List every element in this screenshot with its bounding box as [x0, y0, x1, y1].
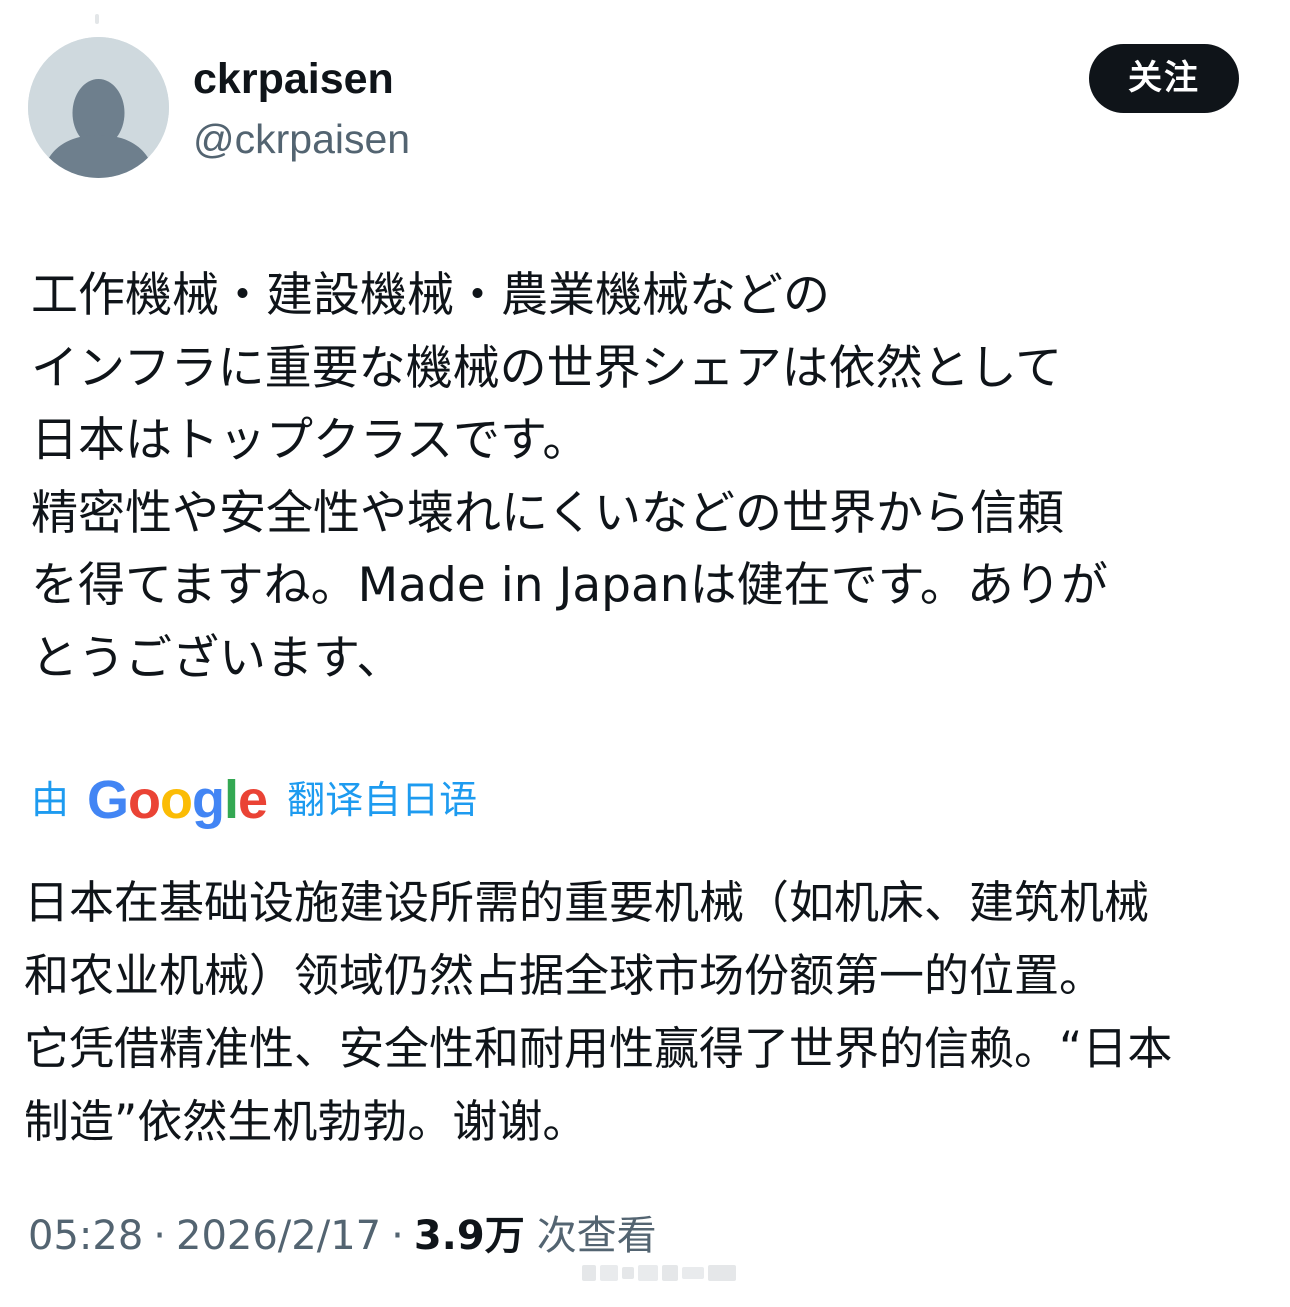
- post-original-text: 工作機械・建設機械・農業機械などの インフラに重要な機械の世界シェアは依然として…: [31, 260, 1271, 695]
- post-text-line: 工作機械・建設機械・農業機械などの: [31, 268, 830, 323]
- translation-attribution[interactable]: 由 Google 翻译自日语: [31, 768, 477, 832]
- translation-source-label: 翻译自日语: [287, 778, 478, 822]
- avatar[interactable]: [28, 37, 169, 178]
- post-text-line: を得てますね。Made in Japanは健在です。ありが: [31, 558, 1108, 613]
- translated-text-line: 和农业机械）领域仍然占据全球市场份额第一的位置。: [24, 949, 1105, 1002]
- post-text-line: 精密性や安全性や壊れにくいなどの世界から信頼: [31, 485, 1065, 541]
- user-handle[interactable]: @ckrpaisen: [193, 116, 410, 162]
- post-date[interactable]: 2026/2/17: [176, 1206, 381, 1266]
- post-text-line: インフラに重要な機械の世界シェアは依然として: [31, 340, 1063, 396]
- follow-button[interactable]: 关注: [1089, 44, 1239, 113]
- meta-separator: ·: [391, 1213, 404, 1259]
- post-meta: 05:28 · 2026/2/17 · 3.9万 次查看: [28, 1206, 657, 1266]
- google-logo: Google: [87, 770, 268, 830]
- meta-separator: ·: [153, 1213, 166, 1259]
- post-text-line: とうございます、: [31, 630, 404, 686]
- watermark-image: [582, 1265, 736, 1281]
- default-avatar-icon: [28, 37, 169, 178]
- top-divider-mark: [95, 14, 99, 24]
- user-display-name[interactable]: ckrpaisen: [193, 56, 394, 102]
- translation-prefix: 由: [31, 778, 70, 822]
- post-translated-text: 日本在基础设施建设所需的重要机械（如机床、建筑机械 和农业机械）领域仍然占据全球…: [24, 866, 1274, 1158]
- translated-text-line: 它凭借精准性、安全性和耐用性赢得了世界的信赖。“日本: [24, 1022, 1173, 1075]
- views-count: 3.9万: [413, 1213, 525, 1259]
- views-label: 次查看: [536, 1213, 657, 1259]
- post-text-line: 日本はトップクラスです。: [31, 413, 590, 468]
- post-time[interactable]: 05:28: [28, 1206, 143, 1266]
- translated-text-line: 制造”依然生机勃勃。谢谢。: [24, 1095, 588, 1148]
- translated-text-line: 日本在基础设施建设所需的重要机械（如机床、建筑机械: [24, 876, 1150, 929]
